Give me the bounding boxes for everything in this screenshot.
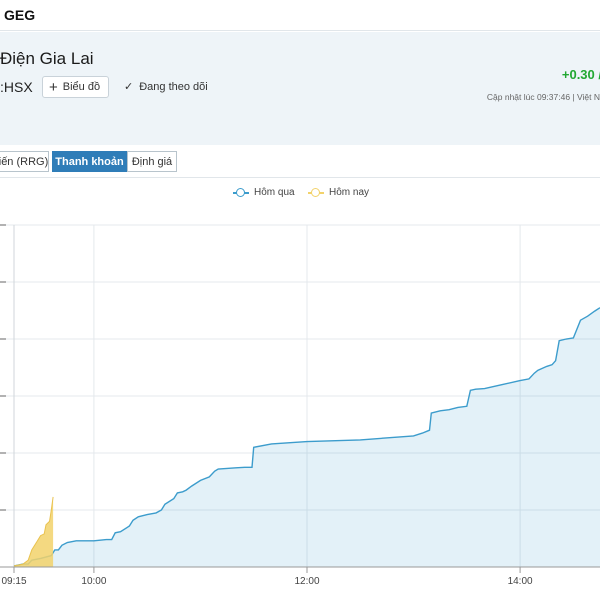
subtab-rrg[interactable]: iến (RRG) bbox=[0, 151, 49, 172]
x-tick-label-2: 12:00 bbox=[294, 576, 319, 587]
subtab-rrg-label: iến (RRG) bbox=[0, 155, 49, 168]
subtab-liquidity[interactable]: Thanh khoản bbox=[52, 151, 127, 172]
update-time: Cập nhật lúc 09:37:46 | Việt N bbox=[486, 92, 600, 102]
exchange-label: :HSX bbox=[0, 79, 33, 95]
company-name: Điện Gia Lai bbox=[0, 49, 94, 68]
legend-label-today: Hôm nay bbox=[329, 187, 370, 198]
series-area-2 bbox=[14, 496, 54, 567]
legend-item-yesterday[interactable]: Hôm qua bbox=[233, 187, 295, 198]
follow-label: Đang theo dõi bbox=[139, 80, 208, 93]
legend-marker-yesterday bbox=[233, 187, 249, 198]
follow-toggle[interactable]: ✓ Đang theo dõi bbox=[124, 80, 208, 94]
top-bar: GEG bbox=[0, 0, 600, 31]
legend-marker-today bbox=[308, 187, 324, 198]
legend-item-today[interactable]: Hôm nay bbox=[308, 187, 369, 198]
subtab-liquidity-label: Thanh khoản bbox=[55, 155, 124, 168]
subtab-valuation-label: Định giá bbox=[131, 155, 173, 168]
chart-button[interactable]: + Biểu đồ bbox=[42, 76, 109, 98]
x-tick-label-3: 14:00 bbox=[508, 576, 533, 587]
x-tick-label-0: 09:15 bbox=[1, 576, 26, 587]
x-tick-label-1: 10:00 bbox=[81, 576, 106, 587]
sub-tabs: iến (RRG) Thanh khoản Định giá bbox=[0, 145, 600, 178]
ticker-symbol: GEG bbox=[4, 7, 36, 23]
chart-legend: Hôm qua Hôm nay bbox=[0, 187, 600, 203]
subtab-valuation[interactable]: Định giá bbox=[127, 151, 177, 172]
liquidity-chart: 09:15 10:00 12:00 14:00 bbox=[0, 224, 600, 587]
price-change: +0.30 / bbox=[561, 67, 600, 82]
plus-icon: + bbox=[49, 78, 58, 96]
legend-label-yesterday: Hôm qua bbox=[254, 187, 295, 198]
stock-header: Điện Gia Lai :HSX + Biểu đồ ✓ Đang theo … bbox=[0, 32, 600, 177]
check-icon: ✓ bbox=[124, 81, 134, 93]
chart-button-label: Biểu đồ bbox=[62, 81, 101, 93]
